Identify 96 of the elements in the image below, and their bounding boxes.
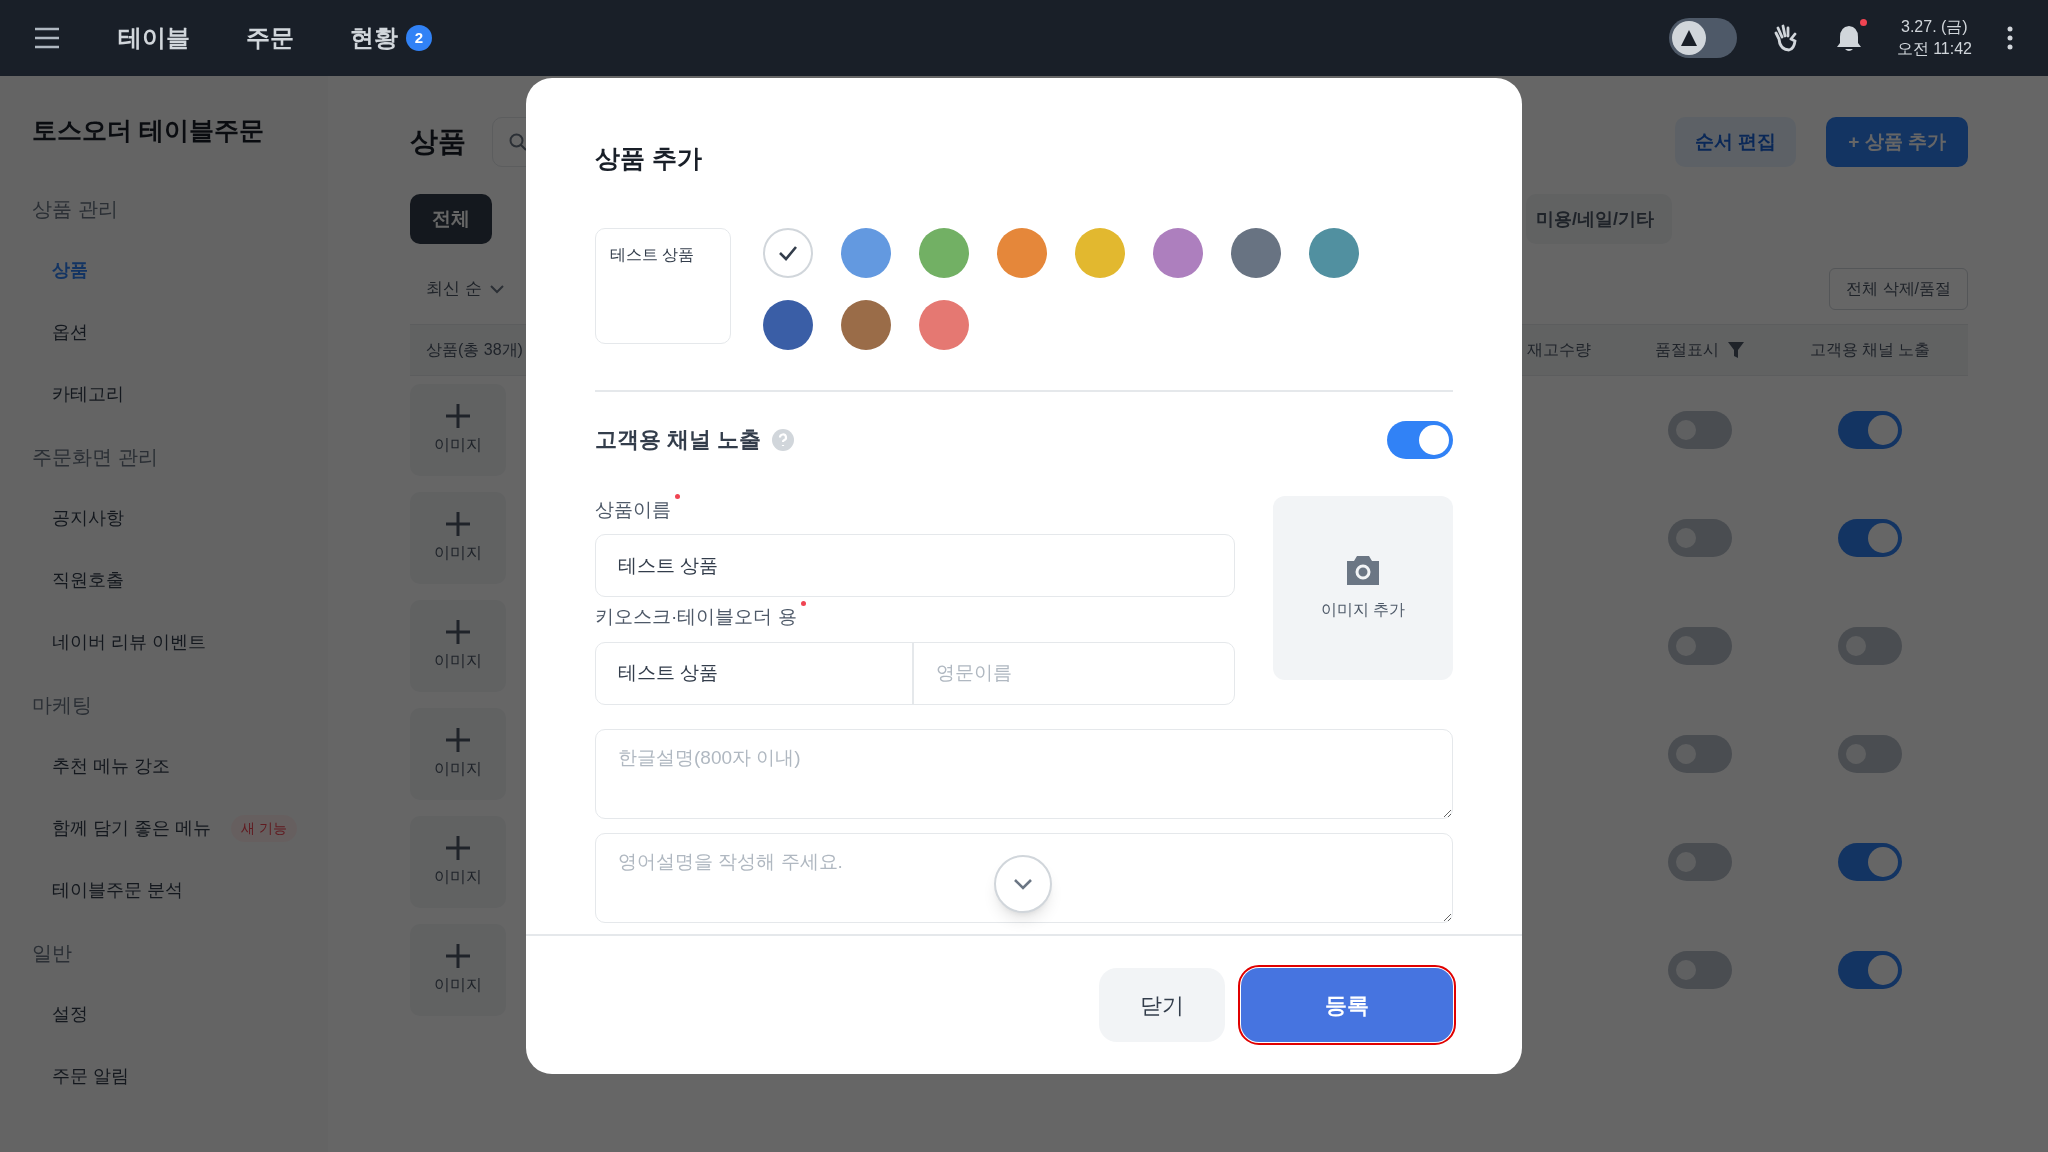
- sidebar-group-label: 마케팅: [32, 692, 92, 718]
- category-chip[interactable]: 전체: [410, 194, 492, 244]
- toggle-switch[interactable]: [1668, 627, 1732, 665]
- help-icon[interactable]: [771, 427, 796, 452]
- english-description-field[interactable]: 영어설명을 작성해 주세요.: [595, 832, 1453, 923]
- sidebar-group-label: 주문화면 관리: [32, 444, 158, 470]
- korean-name-input[interactable]: 테스트 상품: [596, 642, 914, 704]
- image-placeholder[interactable]: 이미지: [410, 816, 506, 908]
- plus-icon: [445, 511, 471, 537]
- sidebar-item[interactable]: 옵션: [52, 319, 88, 346]
- sidebar-item[interactable]: 직원호출: [52, 567, 124, 594]
- reorder-button[interactable]: 순서 편집: [1675, 117, 1797, 167]
- plus-icon: [445, 619, 471, 645]
- image-placeholder[interactable]: 이미지: [410, 600, 506, 692]
- sidebar-item[interactable]: 공지사항: [52, 505, 124, 532]
- color-swatch[interactable]: [919, 227, 969, 278]
- image-placeholder[interactable]: 이미지: [410, 492, 506, 584]
- date-text: 3.27. (금): [1901, 17, 1968, 37]
- color-swatch[interactable]: [997, 227, 1047, 278]
- toggle-switch[interactable]: [1838, 735, 1902, 773]
- product-name-field[interactable]: 테스트 상품: [595, 534, 1235, 597]
- search-icon: [509, 133, 527, 151]
- color-swatch[interactable]: [1231, 227, 1281, 278]
- image-placeholder[interactable]: 이미지: [410, 708, 506, 800]
- more-icon[interactable]: [2006, 26, 2014, 50]
- sidebar-item[interactable]: 카테고리: [52, 381, 124, 408]
- check-icon: [778, 244, 798, 261]
- color-swatch[interactable]: [1309, 227, 1359, 278]
- chevron-down-icon: [489, 284, 504, 294]
- sidebar-item[interactable]: 네이버 리뷰 이벤트: [52, 629, 206, 656]
- submit-button[interactable]: 등록: [1241, 968, 1453, 1042]
- filter-icon[interactable]: [1727, 341, 1745, 359]
- field-label: 키오스크·테이블오더 용: [595, 603, 797, 632]
- category-chip[interactable]: 미용/네일/기타: [1526, 194, 1672, 244]
- count-badge: 2: [406, 25, 432, 51]
- toggle-switch[interactable]: [1668, 411, 1732, 449]
- image-placeholder[interactable]: 이미지: [410, 924, 506, 1016]
- add-image-button[interactable]: 이미지 추가: [1273, 495, 1453, 680]
- column-header: 재고수량: [1526, 340, 1592, 360]
- toggle-switch[interactable]: [1668, 843, 1732, 881]
- sort-dropdown[interactable]: 최신 순: [426, 276, 504, 302]
- toggle-switch[interactable]: [1387, 420, 1453, 459]
- theme-toggle[interactable]: [1668, 18, 1737, 58]
- field-label: 상품이름: [595, 495, 671, 524]
- new-feature-badge: 새 기능: [231, 815, 297, 842]
- sidebar-item[interactable]: 설정: [52, 1001, 88, 1028]
- color-swatch[interactable]: [919, 299, 969, 350]
- close-button[interactable]: 닫기: [1099, 968, 1225, 1042]
- color-swatch[interactable]: [1075, 227, 1125, 278]
- sidebar-item[interactable]: 상품: [52, 257, 88, 284]
- column-header: 고객용 채널 노출: [1808, 340, 1932, 360]
- korean-description-field[interactable]: 한글설명(800자 이내): [595, 728, 1453, 819]
- nav-tab[interactable]: 현황 2: [350, 20, 432, 56]
- sidebar-item[interactable]: 함께 담기 좋은 메뉴: [52, 815, 211, 842]
- column-header: 품절표시: [1655, 340, 1719, 360]
- menu-icon[interactable]: [34, 27, 60, 49]
- bulk-delete-button[interactable]: 전체 삭제/품절: [1829, 268, 1968, 310]
- toggle-switch[interactable]: [1838, 951, 1902, 989]
- time-text: 오전 11:42: [1896, 39, 1972, 59]
- page-title: 상품: [410, 125, 466, 159]
- sidebar-title: 토스오더 테이블주문: [32, 115, 265, 146]
- plus-icon: [445, 727, 471, 753]
- camera-icon: [1345, 553, 1381, 586]
- add-product-button[interactable]: + 상품 추가: [1826, 117, 1968, 167]
- sidebar-group-label: 일반: [32, 940, 72, 966]
- plus-icon: [445, 835, 471, 861]
- toggle-switch[interactable]: [1838, 627, 1902, 665]
- toggle-switch[interactable]: [1838, 843, 1902, 881]
- sidebar-group-label: 상품 관리: [32, 196, 118, 222]
- color-swatch[interactable]: [763, 227, 813, 278]
- sidebar-item[interactable]: 테이블주문 분석: [52, 877, 183, 904]
- kiosk-name-field[interactable]: 테스트 상품 영문이름: [595, 641, 1235, 705]
- bell-icon[interactable]: [1834, 23, 1863, 53]
- toggle-switch[interactable]: [1668, 951, 1732, 989]
- plus-icon: [445, 943, 471, 969]
- color-preview-card: 테스트 상품: [595, 227, 731, 344]
- chevron-down-icon: [1013, 878, 1033, 890]
- color-swatch[interactable]: [841, 299, 891, 350]
- toggle-switch[interactable]: [1838, 519, 1902, 557]
- toggle-switch[interactable]: [1838, 411, 1902, 449]
- nav-tab[interactable]: 테이블: [118, 20, 190, 56]
- toggle-switch[interactable]: [1668, 519, 1732, 557]
- plus-icon: [445, 403, 471, 429]
- scroll-down-button[interactable]: [994, 855, 1052, 913]
- color-swatch[interactable]: [763, 299, 813, 350]
- sidebar-item[interactable]: 추천 메뉴 강조: [52, 753, 170, 780]
- toggle-switch[interactable]: [1668, 735, 1732, 773]
- image-placeholder[interactable]: 이미지: [410, 384, 506, 476]
- sidebar-item[interactable]: 주문 알림: [52, 1063, 129, 1090]
- nav-tab[interactable]: 주문: [246, 20, 294, 56]
- setting-label: 고객용 채널 노출: [595, 426, 762, 454]
- english-name-input[interactable]: 영문이름: [914, 642, 1234, 704]
- column-header: 상품(총 38개): [425, 340, 524, 360]
- dialog-title: 상품 추가: [595, 143, 703, 174]
- color-swatch[interactable]: [841, 227, 891, 278]
- color-swatch[interactable]: [1153, 227, 1203, 278]
